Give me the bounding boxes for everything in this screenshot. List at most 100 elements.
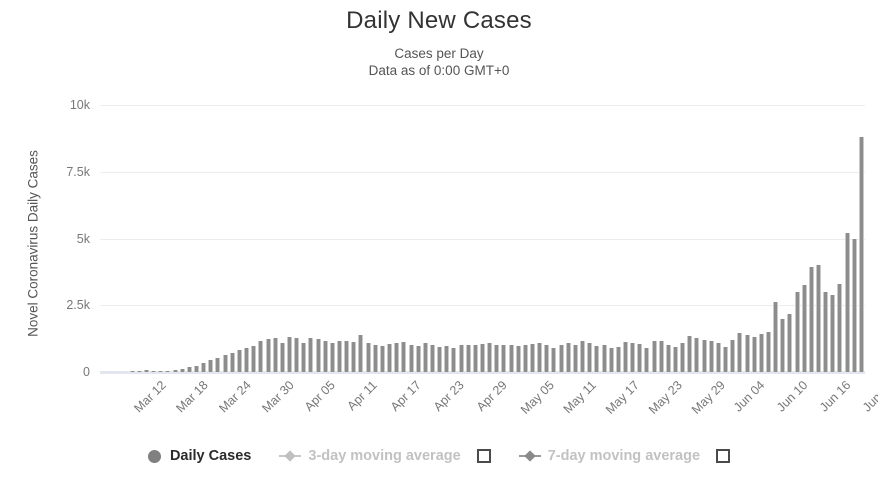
bar[interactable] (358, 335, 363, 372)
bar[interactable] (273, 338, 278, 372)
bar[interactable] (301, 343, 306, 372)
bar[interactable] (587, 343, 592, 372)
bar[interactable] (165, 371, 170, 372)
legend-item-0[interactable]: Daily Cases (148, 448, 251, 464)
legend-checkbox[interactable] (477, 449, 491, 463)
bar[interactable] (795, 292, 800, 372)
bar[interactable] (337, 341, 342, 372)
bar[interactable] (201, 363, 206, 372)
bar[interactable] (451, 348, 456, 372)
bar[interactable] (158, 371, 163, 372)
bar[interactable] (730, 340, 735, 372)
bar[interactable] (830, 295, 835, 372)
bar[interactable] (594, 346, 599, 372)
bar[interactable] (380, 346, 385, 372)
bar[interactable] (351, 342, 356, 372)
bar[interactable] (551, 348, 556, 372)
bar[interactable] (280, 343, 285, 372)
bar[interactable] (330, 343, 335, 372)
bar[interactable] (437, 347, 442, 372)
bar[interactable] (387, 344, 392, 372)
bar[interactable] (237, 350, 242, 372)
bar[interactable] (509, 345, 514, 372)
bar[interactable] (752, 337, 757, 372)
bar[interactable] (416, 346, 421, 372)
bar[interactable] (251, 346, 256, 372)
bar[interactable] (566, 343, 571, 372)
bar[interactable] (637, 344, 642, 372)
bar[interactable] (809, 267, 814, 372)
bar[interactable] (859, 137, 864, 372)
bar[interactable] (194, 366, 199, 372)
bar[interactable] (401, 342, 406, 372)
bar[interactable] (559, 345, 564, 372)
bar[interactable] (666, 345, 671, 372)
bar[interactable] (323, 341, 328, 372)
bar[interactable] (258, 341, 263, 372)
bar[interactable] (694, 338, 699, 372)
bar[interactable] (430, 345, 435, 372)
bar[interactable] (444, 346, 449, 372)
bar[interactable] (523, 345, 528, 373)
bar[interactable] (687, 336, 692, 372)
bar[interactable] (716, 343, 721, 372)
bar[interactable] (773, 302, 778, 372)
bar[interactable] (802, 285, 807, 372)
legend-item-2[interactable]: 7-day moving average (519, 448, 730, 464)
bar[interactable] (473, 345, 478, 372)
bar[interactable] (173, 370, 178, 372)
bar[interactable] (759, 334, 764, 372)
bar[interactable] (366, 343, 371, 372)
bar[interactable] (702, 340, 707, 372)
bar[interactable] (616, 347, 621, 372)
bar[interactable] (466, 345, 471, 372)
bar[interactable] (630, 343, 635, 372)
bar[interactable] (480, 344, 485, 372)
bar[interactable] (852, 239, 857, 373)
bar[interactable] (544, 345, 549, 372)
bar[interactable] (580, 341, 585, 372)
bar[interactable] (823, 292, 828, 372)
bar[interactable] (659, 341, 664, 373)
bar[interactable] (652, 341, 657, 372)
bar[interactable] (845, 233, 850, 372)
bar[interactable] (602, 345, 607, 372)
legend-item-1[interactable]: 3-day moving average (279, 448, 490, 464)
bar[interactable] (766, 332, 771, 372)
bar[interactable] (837, 284, 842, 372)
bar[interactable] (180, 369, 185, 372)
bar[interactable] (723, 347, 728, 372)
bar[interactable] (266, 339, 271, 372)
bar[interactable] (316, 339, 321, 372)
bar[interactable] (373, 345, 378, 372)
bar[interactable] (130, 371, 135, 372)
bar[interactable] (308, 338, 313, 372)
bar[interactable] (287, 337, 292, 372)
bar[interactable] (409, 345, 414, 372)
bar[interactable] (187, 367, 192, 372)
bar[interactable] (151, 371, 156, 372)
bar[interactable] (530, 344, 535, 372)
bar[interactable] (487, 343, 492, 372)
bar[interactable] (537, 343, 542, 372)
bar[interactable] (623, 342, 628, 372)
bar[interactable] (787, 314, 792, 372)
bar[interactable] (230, 353, 235, 372)
bar[interactable] (394, 343, 399, 372)
bar[interactable] (294, 338, 299, 372)
bar[interactable] (745, 335, 750, 372)
bar[interactable] (680, 343, 685, 372)
bar[interactable] (459, 345, 464, 372)
bar[interactable] (516, 346, 521, 372)
bar[interactable] (494, 345, 499, 372)
bar[interactable] (573, 345, 578, 372)
bar[interactable] (137, 371, 142, 372)
bar[interactable] (737, 333, 742, 372)
bar[interactable] (816, 265, 821, 372)
bar[interactable] (215, 358, 220, 372)
bar[interactable] (709, 341, 714, 373)
legend-checkbox[interactable] (716, 449, 730, 463)
bar[interactable] (780, 319, 785, 372)
bar[interactable] (208, 360, 213, 372)
bar[interactable] (223, 355, 228, 372)
